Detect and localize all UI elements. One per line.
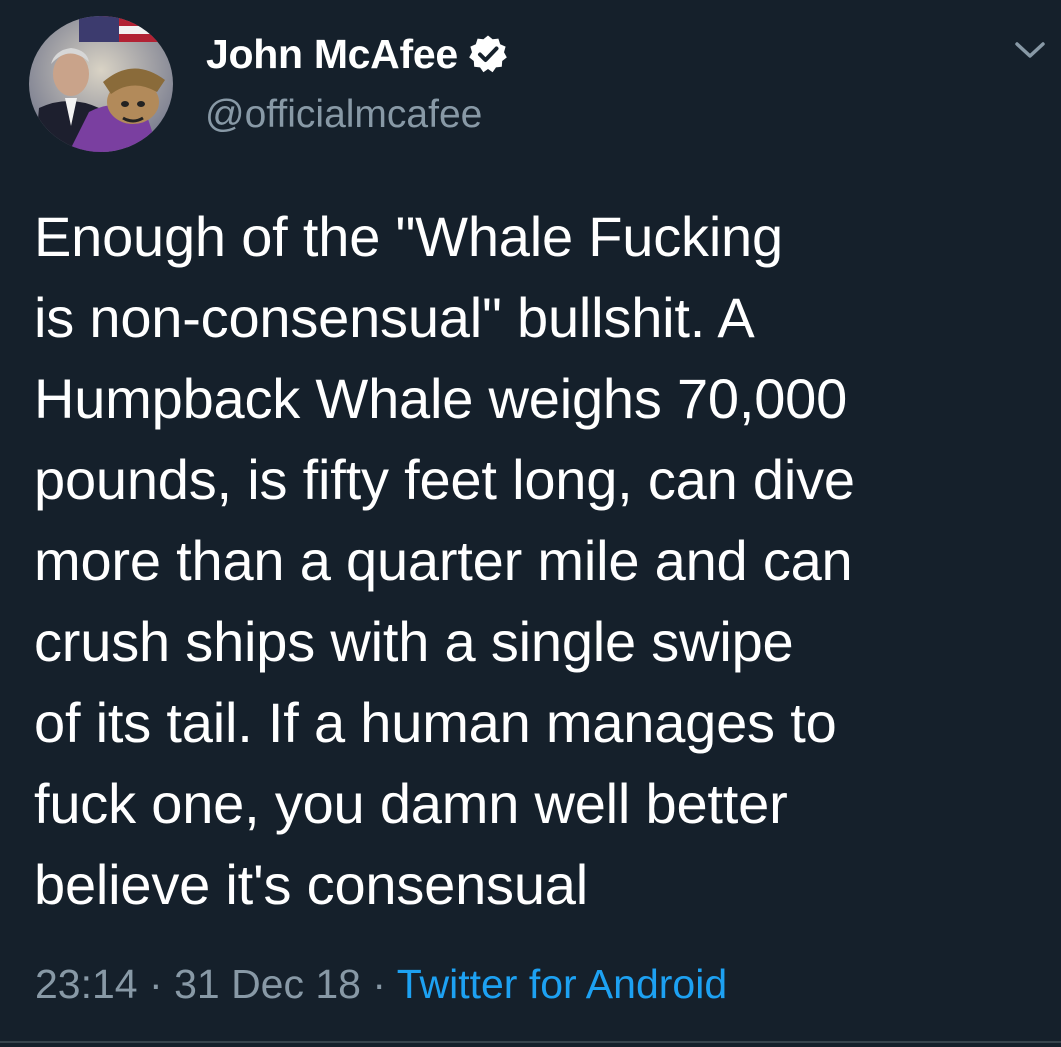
tweet-text: Enough of the "Whale Fucking is non-cons…: [34, 205, 855, 916]
tweet-date[interactable]: 31 Dec 18: [174, 961, 361, 1007]
separator-dot: ·: [372, 961, 387, 1007]
author-handle[interactable]: @officialmcafee: [205, 92, 482, 138]
avatar[interactable]: [29, 16, 173, 152]
verified-badge-icon: [469, 35, 507, 73]
profile-photo: [29, 16, 173, 152]
author-name[interactable]: John McAfee: [206, 30, 508, 78]
tweet-card: John McAfee @officialmcafee Enough of th…: [0, 0, 1061, 1047]
chevron-down-icon[interactable]: [1012, 36, 1048, 64]
meta-separator: ·: [149, 961, 174, 1007]
tweet-meta: 23:14 · 31 Dec 18 · Twitter for Android: [35, 960, 727, 1008]
tweet-source-link[interactable]: Twitter for Android: [397, 961, 727, 1007]
tweet-time[interactable]: 23:14: [35, 961, 138, 1007]
meta-separator: ·: [372, 961, 396, 1007]
divider: [0, 1041, 1061, 1043]
separator-dot: ·: [149, 961, 163, 1007]
author-name-text: John McAfee: [206, 31, 458, 77]
